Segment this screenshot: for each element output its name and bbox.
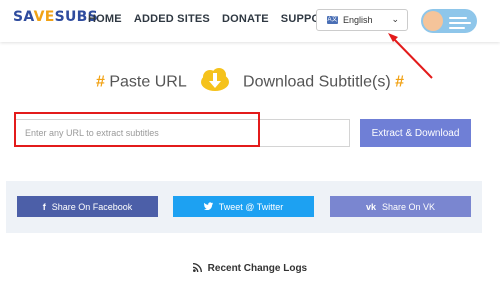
theme-toggle[interactable] xyxy=(421,9,477,33)
paste-url-text: Paste URL xyxy=(109,73,187,91)
share-twitter-label: Tweet @ Twitter xyxy=(218,201,284,212)
vk-icon: vk xyxy=(365,201,376,212)
recent-change-logs-label: Recent Change Logs xyxy=(207,263,308,274)
language-icon: A文 xyxy=(327,16,338,24)
hash-right: # xyxy=(395,73,405,91)
twitter-icon xyxy=(203,201,213,212)
logo[interactable]: SAVESUBS xyxy=(13,9,98,29)
logo-text-1: SA xyxy=(13,9,34,25)
language-label: English xyxy=(343,15,373,25)
nav-donate[interactable]: DONATE xyxy=(222,13,269,25)
share-facebook-label: Share On Facebook xyxy=(51,201,133,212)
hash-left: # xyxy=(95,73,105,91)
nav-home[interactable]: HOME xyxy=(88,13,122,25)
page-title: # Paste URL Download Subtitle(s) # xyxy=(0,68,500,97)
url-input[interactable] xyxy=(14,119,350,147)
share-facebook-button[interactable]: f Share On Facebook xyxy=(17,196,158,217)
extract-download-button[interactable]: Extract & Download xyxy=(360,119,471,147)
nav-added-sites[interactable]: ADDED SITES xyxy=(134,13,210,25)
chevron-down-icon: ⌄ xyxy=(391,14,399,24)
main-nav: HOME ADDED SITES DONATE SUPPORT xyxy=(88,13,347,25)
recent-change-logs[interactable]: Recent Change Logs xyxy=(0,263,500,274)
facebook-icon: f xyxy=(42,201,46,212)
language-select[interactable]: A文 English ⌄ xyxy=(316,9,408,31)
top-header: SAVESUBS HOME ADDED SITES DONATE SUPPORT… xyxy=(0,0,500,42)
download-subtitles-text: Download Subtitle(s) xyxy=(243,73,391,91)
share-vk-label: Share On VK xyxy=(381,201,436,212)
share-vk-button[interactable]: vk Share On VK xyxy=(330,196,471,217)
rss-icon xyxy=(192,263,208,274)
cloud-download-icon xyxy=(199,68,231,97)
share-twitter-button[interactable]: Tweet @ Twitter xyxy=(173,196,314,217)
toggle-lines-icon xyxy=(449,17,471,32)
sun-icon xyxy=(423,11,443,31)
logo-text-2: VE xyxy=(33,9,55,25)
